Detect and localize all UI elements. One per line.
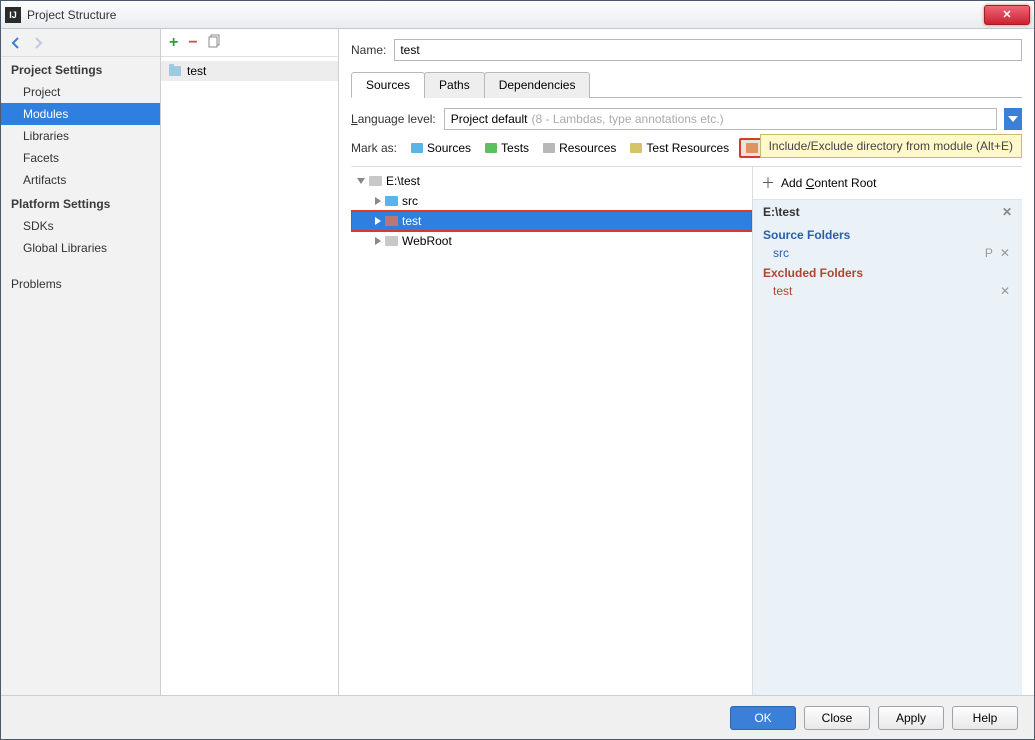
sidebar-item-artifacts[interactable]: Artifacts (1, 169, 160, 191)
language-level-label: Language level: (351, 112, 436, 126)
project-structure-window: IJ Project Structure ✕ Project Settings … (0, 0, 1035, 740)
back-arrow-icon[interactable] (9, 36, 23, 50)
sidebar-item-libraries[interactable]: Libraries (1, 125, 160, 147)
add-content-root-button[interactable]: ＋ Add Content Root (753, 167, 1022, 200)
tabs: Sources Paths Dependencies (351, 71, 1022, 98)
tab-sources[interactable]: Sources (351, 72, 425, 98)
tree-node-label: src (402, 194, 418, 208)
tree-root[interactable]: E:\test (351, 171, 752, 191)
sidebar-item-project[interactable]: Project (1, 81, 160, 103)
tree-node-label: test (402, 214, 421, 228)
folder-blue-icon (411, 143, 423, 153)
content-root-path[interactable]: E:\test ✕ (753, 200, 1022, 224)
copy-module-icon[interactable] (208, 34, 222, 51)
tree-node-src[interactable]: src (351, 191, 752, 211)
sidebar-item-facets[interactable]: Facets (1, 147, 160, 169)
tree-node-label: WebRoot (402, 234, 452, 248)
sidebar-item-problems[interactable]: Problems (1, 273, 160, 295)
remove-content-root-icon[interactable]: ✕ (1002, 205, 1012, 219)
tree-node-test[interactable]: test (351, 211, 752, 231)
tab-paths[interactable]: Paths (424, 72, 485, 98)
language-level-select[interactable]: Project default (8 - Lambdas, type annot… (444, 108, 997, 130)
excluded-folders-heading: Excluded Folders (753, 262, 1022, 282)
folder-excluded-icon (385, 216, 398, 226)
name-row: Name: (351, 39, 1022, 61)
mark-sources-button[interactable]: Sources (407, 139, 475, 157)
sidebar-heading-project-settings: Project Settings (1, 57, 160, 81)
excluded-folder-test[interactable]: test ✕ (753, 282, 1022, 300)
sidebar-item-global-libraries[interactable]: Global Libraries (1, 237, 160, 259)
chevron-right-icon[interactable] (375, 217, 381, 225)
chevron-down-icon[interactable] (357, 178, 365, 184)
folder-gray-icon (543, 143, 555, 153)
source-folder-src[interactable]: src P ✕ (753, 244, 1022, 262)
plus-icon: ＋ (761, 173, 775, 193)
tooltip: Include/Exclude directory from module (A… (760, 134, 1022, 158)
folder-green-icon (485, 143, 497, 153)
folder-actions-icon[interactable]: P ✕ (985, 246, 1012, 260)
apply-button[interactable]: Apply (878, 706, 944, 730)
mark-as-label: Mark as: (351, 141, 397, 155)
language-level-hint: (8 - Lambdas, type annotations etc.) (531, 112, 723, 126)
tab-dependencies[interactable]: Dependencies (484, 72, 591, 98)
content-tree: E:\test src test (351, 167, 752, 695)
titlebar: IJ Project Structure ✕ (1, 1, 1034, 29)
sidebar-item-modules[interactable]: Modules (1, 103, 160, 125)
ok-button[interactable]: OK (730, 706, 796, 730)
language-dropdown-button[interactable] (1004, 108, 1022, 130)
window-title: Project Structure (27, 8, 116, 22)
folder-orange-icon (746, 143, 758, 153)
forward-arrow-icon[interactable] (31, 36, 45, 50)
chevron-right-icon[interactable] (375, 237, 381, 245)
module-toolbar: + − (161, 29, 338, 57)
language-level-value: Project default (451, 112, 528, 126)
module-list: test (161, 57, 338, 695)
module-list-panel: + − test (161, 29, 339, 695)
chevron-right-icon[interactable] (375, 197, 381, 205)
close-button[interactable]: Close (804, 706, 870, 730)
content-roots-panel: ＋ Add Content Root E:\test ✕ Source Fold… (752, 167, 1022, 695)
folder-blue-icon (385, 196, 398, 206)
module-item-test[interactable]: test (161, 61, 338, 81)
tree-root-label: E:\test (386, 174, 420, 188)
source-folders-heading: Source Folders (753, 224, 1022, 244)
add-module-icon[interactable]: + (169, 34, 178, 52)
folder-icon (385, 236, 398, 246)
mark-tests-button[interactable]: Tests (481, 139, 533, 157)
tree-node-webroot[interactable]: WebRoot (351, 231, 752, 251)
dialog-footer: OK Close Apply Help (1, 695, 1034, 739)
name-label: Name: (351, 43, 386, 57)
sidebar-toolbar (1, 29, 160, 57)
folder-icon (369, 176, 382, 186)
module-item-label: test (187, 64, 206, 78)
module-name-input[interactable] (394, 39, 1022, 61)
language-level-row: Language level: Project default (8 - Lam… (351, 108, 1022, 130)
sidebar: Project Settings Project Modules Librari… (1, 29, 161, 695)
close-window-button[interactable]: ✕ (984, 5, 1030, 25)
folder-yellow-icon (630, 143, 642, 153)
intellij-icon: IJ (5, 7, 21, 23)
module-folder-icon (169, 66, 181, 76)
module-detail-panel: Name: Sources Paths Dependencies Languag… (339, 29, 1034, 695)
remove-module-icon[interactable]: − (188, 34, 197, 52)
sidebar-item-sdks[interactable]: SDKs (1, 215, 160, 237)
mark-resources-button[interactable]: Resources (539, 139, 620, 157)
remove-folder-icon[interactable]: ✕ (1000, 284, 1012, 298)
help-button[interactable]: Help (952, 706, 1018, 730)
sidebar-heading-platform-settings: Platform Settings (1, 191, 160, 215)
mark-test-resources-button[interactable]: Test Resources (626, 139, 733, 157)
